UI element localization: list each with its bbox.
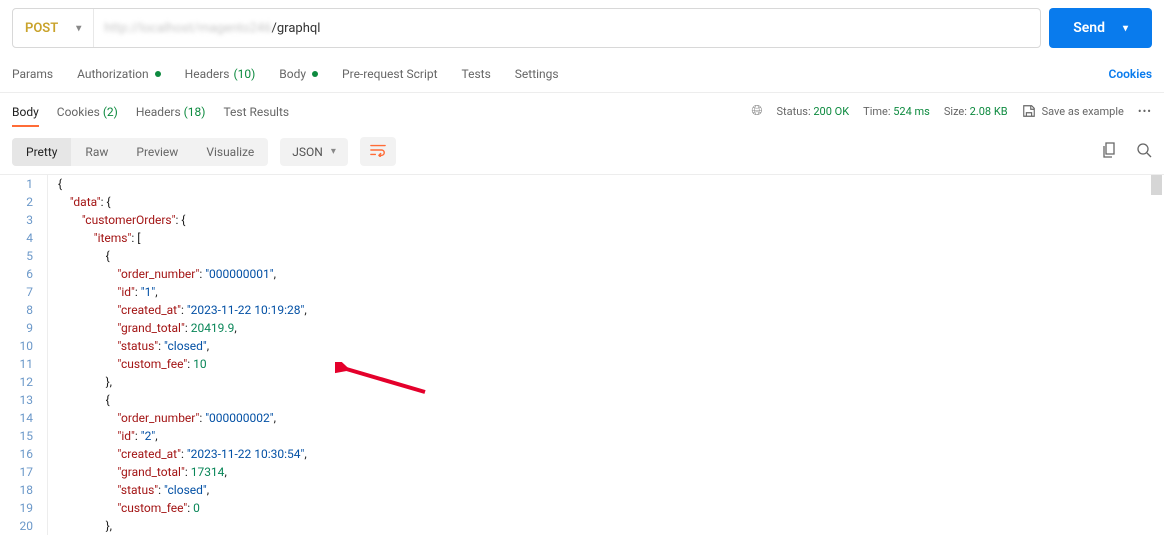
line-gutter: 1234567891011121314151617181920 <box>0 175 48 535</box>
url-visible-part: /graphql <box>272 21 321 36</box>
view-preview[interactable]: Preview <box>122 138 192 166</box>
view-visualize[interactable]: Visualize <box>192 138 268 166</box>
resp-tab-cookies[interactable]: Cookies (2) <box>57 95 118 127</box>
wrap-lines-button[interactable] <box>360 137 396 166</box>
dot-indicator-icon <box>155 71 161 77</box>
tab-params[interactable]: Params <box>12 67 53 81</box>
save-as-example[interactable]: Save as example <box>1022 104 1124 118</box>
url-hidden-part: http://localhost/magento246 <box>104 21 271 36</box>
send-label: Send <box>1073 20 1105 36</box>
method-label: POST <box>25 21 58 36</box>
view-raw[interactable]: Raw <box>71 138 122 166</box>
format-select[interactable]: JSON ▾ <box>280 138 348 166</box>
size-label: Size: 2.08 KB <box>944 105 1008 118</box>
more-options-icon[interactable]: ••• <box>1138 105 1152 118</box>
cookies-link[interactable]: Cookies <box>1108 67 1152 81</box>
chevron-down-icon: ▾ <box>76 23 81 34</box>
time-label: Time: 524 ms <box>863 105 930 118</box>
globe-icon[interactable]: 🌐︎ <box>751 103 762 119</box>
method-select[interactable]: POST ▾ <box>13 9 93 47</box>
resp-tab-testresults[interactable]: Test Results <box>223 95 289 127</box>
dot-indicator-icon <box>312 71 318 77</box>
chevron-down-icon: ▾ <box>331 146 336 157</box>
response-body-viewer[interactable]: 1234567891011121314151617181920 { "data"… <box>0 175 1164 535</box>
search-icon[interactable] <box>1136 142 1152 162</box>
send-button[interactable]: Send ▾ <box>1049 8 1152 48</box>
tab-authorization[interactable]: Authorization <box>77 67 161 81</box>
tab-headers[interactable]: Headers (10) <box>185 67 256 81</box>
status-label: Status: 200 OK <box>777 105 850 118</box>
tab-tests[interactable]: Tests <box>462 67 491 81</box>
scrollbar-thumb[interactable] <box>1151 175 1162 195</box>
code-content: { "data": { "customerOrders": { "items":… <box>48 175 1164 535</box>
view-pretty[interactable]: Pretty <box>12 138 71 166</box>
tab-body[interactable]: Body <box>279 67 318 81</box>
copy-icon[interactable] <box>1102 142 1118 162</box>
view-mode-group: Pretty Raw Preview Visualize <box>12 138 268 166</box>
tab-prerequest[interactable]: Pre-request Script <box>342 67 437 81</box>
chevron-down-icon: ▾ <box>1123 23 1128 34</box>
wrap-icon <box>370 143 386 157</box>
resp-tab-headers[interactable]: Headers (18) <box>136 95 206 127</box>
save-icon <box>1022 104 1036 118</box>
url-input[interactable]: http://localhost/magento246/graphql <box>93 9 1040 47</box>
resp-tab-body[interactable]: Body <box>12 95 39 127</box>
tab-settings[interactable]: Settings <box>515 67 559 81</box>
